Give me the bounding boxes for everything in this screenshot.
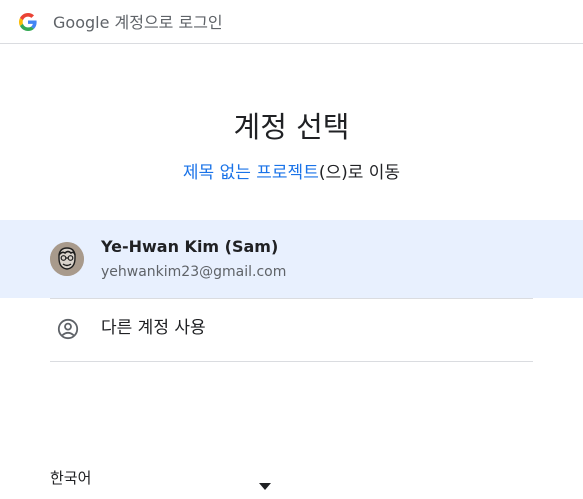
divider — [50, 298, 533, 299]
google-g-icon — [19, 13, 37, 31]
account-name: Ye-Hwan Kim (Sam) — [101, 237, 279, 256]
header-bar: Google 계정으로 로그인 — [0, 0, 583, 44]
person-circle-icon — [57, 318, 79, 340]
divider — [50, 361, 533, 362]
language-label: 한국어 — [50, 469, 92, 487]
subtitle: 제목 없는 프로젝트(으)로 이동 — [0, 161, 583, 185]
account-email: yehwankim23@gmail.com — [101, 264, 287, 280]
page-title: 계정 선택 — [233, 110, 350, 144]
subtitle-suffix: (으)로 이동 — [318, 163, 401, 183]
header-title: Google 계정으로 로그인 — [53, 13, 223, 32]
caret-down-icon — [259, 475, 271, 490]
use-another-account-label: 다른 계정 사용 — [101, 318, 206, 338]
project-link[interactable]: 제목 없는 프로젝트 — [183, 163, 319, 183]
account-item[interactable] — [0, 220, 583, 298]
google-account-chooser: Google 계정으로 로그인 계정 선택 제목 없는 프로젝트(으)로 이동 … — [0, 0, 583, 499]
avatar-icon — [50, 242, 84, 276]
